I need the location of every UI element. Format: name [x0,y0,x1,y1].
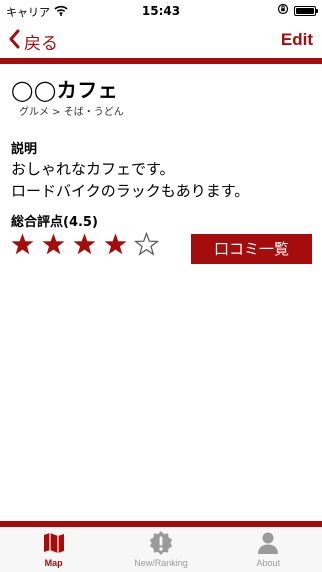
description-text: おしゃれなカフェです。 ロードバイクのラックもあります。 [11,158,311,202]
battery-icon [294,5,318,16]
description-line: ロードバイクのラックもあります。 [11,182,250,200]
person-icon [255,530,281,556]
map-icon [41,530,67,556]
back-label: 戻る [24,34,58,54]
status-time: 15:43 [141,4,181,18]
orientation-lock-icon [277,3,289,18]
status-right [277,3,318,18]
star-filled-icon [10,232,35,257]
chevron-left-icon [8,29,20,54]
alert-badge-icon [148,530,174,556]
back-button[interactable]: 戻る [8,29,58,54]
star-empty-icon [134,232,159,257]
star-filled-icon [103,232,128,257]
navigation-bar: 戻る Edit [0,20,322,58]
rating-stars [10,232,159,257]
status-bar: キャリア 15:43 [0,0,322,20]
tab-label: Map [44,558,63,568]
rating-label: 総合評点(4.5) [11,215,98,230]
nav-divider [0,58,322,64]
reviews-list-button[interactable]: 口コミ一覧 [191,234,312,264]
shop-name: ◯◯カフェ [11,78,119,102]
tab-label: About [256,558,281,568]
tab-new-ranking[interactable]: New/Ranking [107,527,214,572]
shop-category: グルメ > そば・うどん [19,107,124,118]
description-heading: 説明 [11,142,38,157]
tab-bar: Map New/Ranking About [0,527,322,572]
edit-button[interactable]: Edit [281,30,313,50]
star-filled-icon [41,232,66,257]
tab-map[interactable]: Map [0,527,107,572]
description-line: おしゃれなカフェです。 [11,160,175,178]
star-filled-icon [72,232,97,257]
tab-about[interactable]: About [215,527,322,572]
tab-label: New/Ranking [134,558,188,568]
